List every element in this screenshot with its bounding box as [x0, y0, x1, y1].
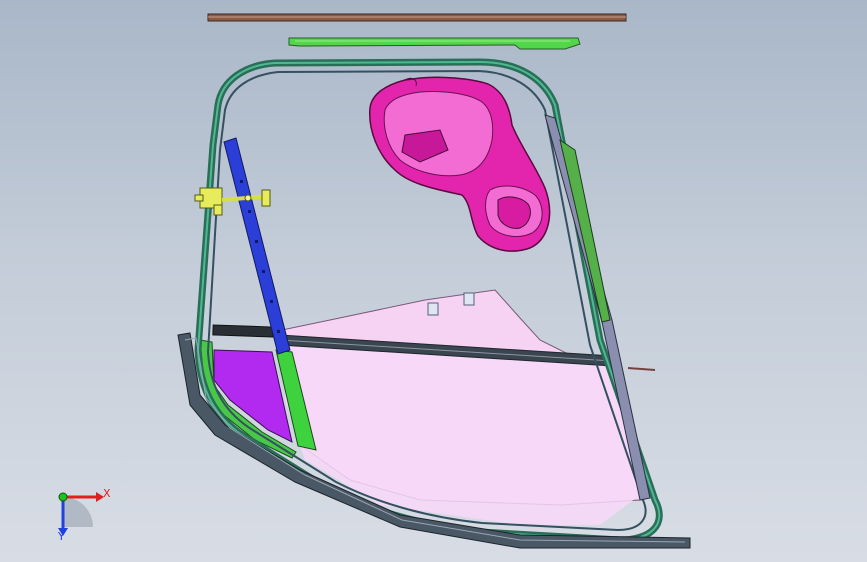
upper-green-strip[interactable]: [288, 37, 581, 50]
lock-housing[interactable]: [369, 76, 551, 252]
cad-viewport[interactable]: X Y: [0, 0, 867, 562]
axis-y-label: Y: [58, 530, 65, 543]
axis-x-label: X: [103, 487, 111, 500]
glass-clip-1: [427, 302, 439, 316]
glass-clip-2: [463, 292, 475, 306]
origin-icon: [58, 492, 68, 502]
latch-rod: [627, 367, 656, 371]
top-seal-strip[interactable]: [207, 13, 627, 22]
triad-quadrant: [63, 497, 93, 527]
door-assembly-model[interactable]: [0, 0, 867, 562]
vertical-guide-rail[interactable]: [223, 137, 291, 355]
